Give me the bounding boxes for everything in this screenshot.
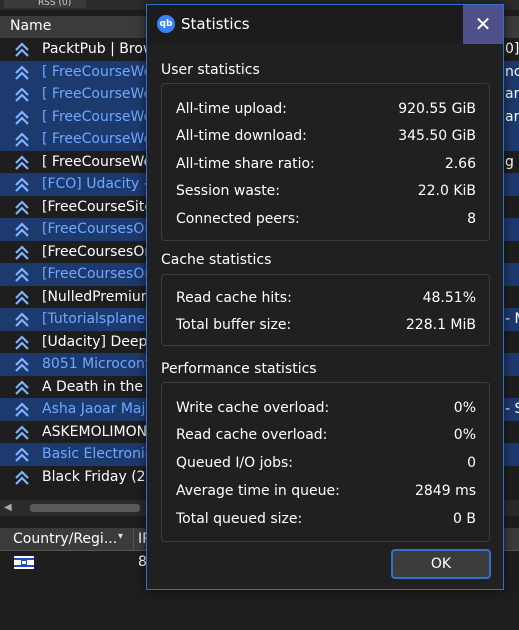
scroll-left-icon[interactable]: ◀ <box>4 502 12 513</box>
torrent-name: [ FreeCourseWe <box>42 63 153 80</box>
stat-label: All-time upload: <box>176 101 287 117</box>
user-statistics-group: All-time upload: 920.55 GiB All-time dow… <box>161 83 490 241</box>
stat-value: 0% <box>453 400 476 416</box>
user-statistics-title: User statistics <box>161 62 260 78</box>
torrent-name: [FreeCoursesOn <box>42 243 154 260</box>
close-button[interactable]: ✕ <box>463 5 503 44</box>
ok-button[interactable]: OK <box>391 549 491 579</box>
seeding-arrow-icon <box>15 424 29 440</box>
seeding-arrow-icon <box>15 132 29 147</box>
column-divider[interactable] <box>133 528 134 550</box>
statistics-dialog: qb Statistics ✕ User statistics All-time… <box>146 4 504 590</box>
israel-flag-icon <box>14 556 34 569</box>
torrent-name: [Tutorialsplanet <box>42 311 151 327</box>
torrent-name: [ FreeCourseWe <box>42 153 153 170</box>
seeding-arrow-icon <box>15 469 29 485</box>
cache-statistics-group: Read cache hits: 48.51% Total buffer siz… <box>161 274 490 346</box>
stat-value: 228.1 MiB <box>405 317 476 333</box>
torrent-overflow-text: 0] <box>505 41 519 57</box>
seeding-arrow-icon <box>15 267 29 282</box>
torrent-name: PacktPub | Brow <box>42 41 155 57</box>
stat-label: Write cache overload: <box>176 400 330 416</box>
stat-value: 2.66 <box>444 156 476 172</box>
torrent-name: 8051 Microcont <box>42 356 151 372</box>
stat-label: Connected peers: <box>176 211 300 227</box>
seeding-arrow-icon <box>15 177 29 192</box>
stat-label: Read cache overload: <box>176 427 328 443</box>
torrent-name: Basic Electronics <box>42 446 160 462</box>
seeding-arrow-icon <box>15 244 29 260</box>
torrent-name: [FreeCoursesOn <box>42 266 154 282</box>
stat-label: All-time download: <box>176 128 307 144</box>
seeding-arrow-icon <box>15 289 29 305</box>
torrent-name: [ FreeCourseWe <box>42 131 153 147</box>
performance-statistics-group: Write cache overload: 0% Read cache over… <box>161 382 490 542</box>
stat-value: 345.50 GiB <box>398 128 476 144</box>
torrent-name: [FCO] Udacity - <box>42 176 149 192</box>
column-header-name[interactable]: Name <box>10 18 51 34</box>
dialog-titlebar[interactable]: qb Statistics ✕ <box>147 5 503 44</box>
stat-label: Queued I/O jobs: <box>176 455 293 471</box>
torrent-name: [ FreeCourseWe <box>42 108 153 125</box>
stat-label: Total queued size: <box>176 511 303 527</box>
torrent-name: [Udacity] Deep I <box>42 333 156 350</box>
seeding-arrow-icon <box>15 402 29 417</box>
seeding-arrow-icon <box>15 87 29 102</box>
seeding-arrow-icon <box>15 109 29 125</box>
torrent-overflow-text: - S <box>505 401 519 417</box>
qbittorrent-logo-icon: qb <box>157 15 175 33</box>
cache-statistics-title: Cache statistics <box>161 252 272 268</box>
torrent-name: [FreeCourseSite <box>42 198 153 215</box>
stat-label: Total buffer size: <box>176 317 292 333</box>
seeding-arrow-icon <box>15 42 29 57</box>
performance-statistics-title: Performance statistics <box>161 361 317 377</box>
stat-value: 0 <box>467 455 476 471</box>
tab-rss[interactable]: RSS (0) <box>4 0 86 8</box>
sort-down-icon: ▾ <box>118 531 124 542</box>
torrent-overflow-text: ary <box>505 86 519 102</box>
dialog-title: Statistics <box>181 15 250 33</box>
torrent-name: [NulledPremium <box>42 288 155 305</box>
torrent-name: ASKEMOLIMON <box>42 423 148 440</box>
stat-value: 920.55 GiB <box>398 101 476 117</box>
column-header-country[interactable]: Country/Regi... <box>13 531 117 547</box>
torrent-overflow-text: - M <box>505 311 519 327</box>
torrent-name: [FreeCoursesOn <box>42 221 154 237</box>
torrent-overflow-text: ar <box>505 108 519 125</box>
stat-value: 48.51% <box>422 290 476 306</box>
seeding-arrow-icon <box>15 154 29 170</box>
torrent-name: Black Friday (20 <box>42 468 155 485</box>
seeding-arrow-icon <box>15 312 29 327</box>
stat-label: Average time in queue: <box>176 483 340 499</box>
scrollbar-thumb[interactable] <box>30 504 140 512</box>
seeding-arrow-icon <box>15 334 29 350</box>
seeding-arrow-icon <box>15 357 29 372</box>
torrent-name: [ FreeCourseWe <box>42 86 153 102</box>
stat-value: 22.0 KiB <box>417 183 476 199</box>
seeding-arrow-icon <box>15 379 29 395</box>
torrent-overflow-text: nc <box>505 63 519 80</box>
seeding-arrow-icon <box>15 199 29 215</box>
torrent-name: Asha Jaoar Majh <box>42 401 155 417</box>
stat-value: 2849 ms <box>414 483 476 499</box>
torrent-name: A Death in the C <box>42 378 158 395</box>
seeding-arrow-icon <box>15 64 29 80</box>
seeding-arrow-icon <box>15 222 29 237</box>
stat-label: Session waste: <box>176 183 281 199</box>
stat-value: 0 B <box>453 511 476 527</box>
torrent-overflow-text: g W <box>505 153 519 170</box>
stat-value: 8 <box>467 211 476 227</box>
stat-label: Read cache hits: <box>176 290 292 306</box>
seeding-arrow-icon <box>15 447 29 462</box>
stat-value: 0% <box>453 427 476 443</box>
stat-label: All-time share ratio: <box>176 156 315 172</box>
